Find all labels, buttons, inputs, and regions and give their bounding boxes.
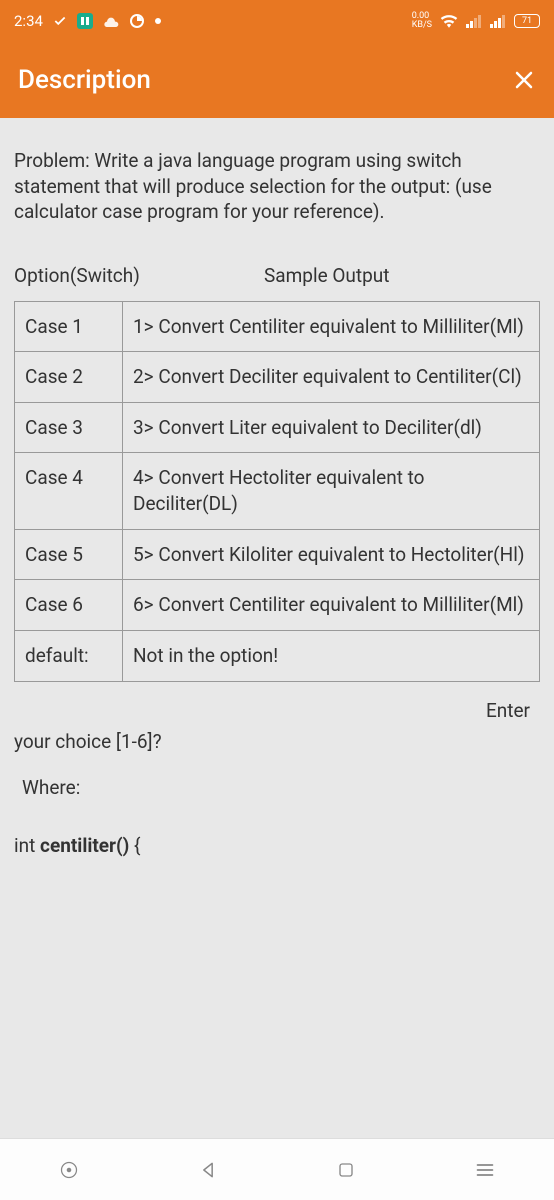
case-label: Case 2	[15, 352, 123, 403]
app-icon	[77, 13, 93, 29]
nav-recents-button[interactable]	[460, 1150, 510, 1190]
close-icon	[512, 68, 536, 92]
problem-text: Problem: Write a java language program u…	[14, 148, 540, 225]
case-description: 6> Convert Centiliter equivalent to Mill…	[123, 580, 540, 631]
sample-header: Sample Output	[264, 263, 540, 289]
table-row: Case 33> Convert Liter equivalent to Dec…	[15, 402, 540, 453]
signal-icon-1	[466, 15, 482, 28]
case-description: 2> Convert Deciliter equivalent to Centi…	[123, 352, 540, 403]
nav-home-button[interactable]	[321, 1150, 371, 1190]
close-button[interactable]	[512, 68, 536, 92]
table-row: Case 11> Convert Centiliter equivalent t…	[15, 301, 540, 352]
triangle-back-icon	[198, 1160, 218, 1180]
circle-icon	[129, 13, 145, 29]
wifi-icon	[440, 14, 458, 28]
table-row: Case 55> Convert Kiloliter equivalent to…	[15, 529, 540, 580]
dot-icon	[155, 18, 161, 24]
case-label: Case 3	[15, 402, 123, 453]
battery-icon: 71	[514, 14, 540, 28]
assistant-icon	[59, 1160, 79, 1180]
case-label: Case 6	[15, 580, 123, 631]
case-label: default:	[15, 631, 123, 682]
case-label: Case 4	[15, 453, 123, 529]
navigation-bar	[0, 1138, 554, 1200]
network-speed: 0.00 KB/S	[412, 12, 432, 30]
case-label: Case 5	[15, 529, 123, 580]
case-label: Case 1	[15, 301, 123, 352]
enter-label: Enter	[14, 698, 540, 724]
nav-assistant-button[interactable]	[44, 1150, 94, 1190]
columns-header: Option(Switch) Sample Output	[14, 263, 540, 289]
nav-back-button[interactable]	[183, 1150, 233, 1190]
status-right: 0.00 KB/S 71	[412, 12, 540, 30]
page-title: Description	[18, 65, 151, 95]
option-header: Option(Switch)	[14, 263, 264, 289]
square-home-icon	[337, 1161, 355, 1179]
table-row: default:Not in the option!	[15, 631, 540, 682]
status-time: 2:34	[14, 12, 43, 30]
case-description: Not in the option!	[123, 631, 540, 682]
where-label: Where:	[14, 775, 540, 801]
table-row: Case 22> Convert Deciliter equivalent to…	[15, 352, 540, 403]
table-row: Case 66> Convert Centiliter equivalent t…	[15, 580, 540, 631]
table-row: Case 44> Convert Hectoliter equivalent t…	[15, 453, 540, 529]
case-description: 1> Convert Centiliter equivalent to Mill…	[123, 301, 540, 352]
case-description: 4> Convert Hectoliter equivalent to Deci…	[123, 453, 540, 529]
choice-prompt: your choice [1-6]?	[14, 729, 540, 755]
cloud-icon	[103, 15, 119, 27]
status-left: 2:34	[14, 12, 161, 30]
function-signature: int centiliter() {	[14, 833, 540, 859]
case-description: 5> Convert Kiloliter equivalent to Hecto…	[123, 529, 540, 580]
menu-recents-icon	[475, 1162, 495, 1178]
cases-table: Case 11> Convert Centiliter equivalent t…	[14, 301, 540, 682]
signal-icon-2	[490, 15, 506, 28]
status-bar: 2:34 0.00 KB/S 71	[0, 0, 554, 42]
check-icon	[53, 14, 67, 28]
content-area: Problem: Write a java language program u…	[0, 118, 554, 872]
app-header: Description	[0, 42, 554, 118]
case-description: 3> Convert Liter equivalent to Deciliter…	[123, 402, 540, 453]
